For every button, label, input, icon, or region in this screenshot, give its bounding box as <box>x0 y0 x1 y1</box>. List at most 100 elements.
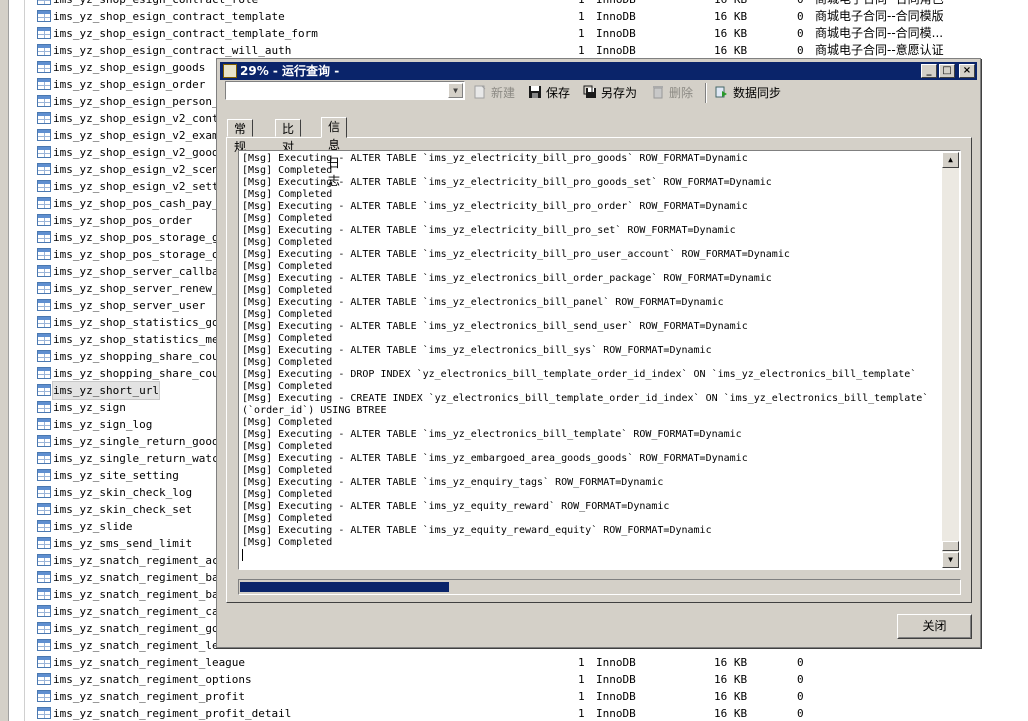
table-icon <box>37 316 51 328</box>
log-line: [Msg] Completed <box>242 333 333 344</box>
log-line: [Msg] Completed <box>242 261 333 272</box>
table-name: ims_yz_snatch_regiment_league <box>53 656 246 669</box>
table-row[interactable]: ims_yz_snatch_regiment_profit 1 InnoDB 16 K… <box>36 688 1026 705</box>
table-rows: 0 <box>797 656 804 669</box>
log-line: [Msg] Completed <box>242 489 333 500</box>
table-count: 1 <box>578 690 585 703</box>
table-name: ims_yz_site_setting <box>53 469 179 482</box>
table-count: 1 <box>578 0 585 8</box>
table-icon <box>37 146 51 158</box>
close-icon[interactable]: × <box>959 64 975 78</box>
table-engine: InnoDB <box>596 27 636 40</box>
table-count: 1 <box>578 10 585 23</box>
table-name: ims_yz_shop_esign_v2_scene <box>53 163 226 176</box>
table-name: ims_yz_shop_esign_v2_contre <box>53 112 232 125</box>
table-row[interactable]: ims_yz_shop_esign_contract_role 1 InnoDB 16… <box>36 0 1026 8</box>
table-name: ims_yz_snatch_regiment_profit <box>53 690 246 703</box>
table-icon <box>37 197 51 209</box>
table-row[interactable]: ims_yz_shop_esign_contract_will_auth 1 Inn… <box>36 42 1026 59</box>
new-icon <box>474 85 486 99</box>
log-line: [Msg] Executing - ALTER TABLE `ims_yz_eq… <box>242 501 670 512</box>
table-comment: 商城电子合同--合同角色 <box>815 0 944 8</box>
table-icon <box>37 401 51 413</box>
table-name: ims_yz_sms_send_limit <box>53 537 193 550</box>
log-line: [Msg] Executing - ALTER TABLE `ims_yz_en… <box>242 477 664 488</box>
table-icon <box>37 707 51 719</box>
table-row[interactable]: ims_yz_snatch_regiment_profit_detail 1 Inn… <box>36 705 1026 721</box>
table-name: ims_yz_skin_check_log <box>53 486 193 499</box>
tab-compare[interactable]: 比对 <box>275 119 302 154</box>
new-button[interactable]: 新建 <box>473 83 515 103</box>
table-name: ims_yz_snatch_regiment_acti <box>53 554 232 567</box>
scroll-thumb[interactable] <box>942 541 959 551</box>
left-gutter-inner <box>9 0 25 721</box>
table-rows: 0 <box>797 673 804 686</box>
progress-bar <box>238 579 961 595</box>
tab-general[interactable]: 常规 <box>227 119 254 154</box>
table-engine: InnoDB <box>596 656 636 669</box>
table-name: ims_yz_slide <box>53 520 133 533</box>
log-line: [Msg] Completed <box>242 285 333 296</box>
minimize-icon[interactable]: _ <box>921 64 937 78</box>
close-button[interactable]: 关闭 <box>897 614 972 639</box>
query-combo[interactable]: ▼ <box>225 81 465 100</box>
table-icon <box>37 0 51 5</box>
save-button[interactable]: 保存 <box>528 83 570 103</box>
table-icon <box>37 61 51 73</box>
table-icon <box>37 299 51 311</box>
save-as-button-label: 另存为 <box>601 86 638 100</box>
table-engine: InnoDB <box>596 44 636 57</box>
table-name: ims_yz_shop_esign_goods <box>53 61 206 74</box>
table-icon <box>37 486 51 498</box>
log-line: [Msg] Executing - CREATE INDEX `yz_elect… <box>242 393 929 404</box>
table-size: 16 KB <box>714 690 748 703</box>
table-name: ims_yz_shop_esign_contract_template <box>53 10 285 23</box>
dialog-title-bar[interactable]: 29% - 运行查询 - _ □ × <box>220 62 977 80</box>
scroll-up-icon[interactable]: ▲ <box>942 152 959 168</box>
table-icon <box>37 435 51 447</box>
table-size: 16 KB <box>714 707 748 720</box>
table-name: ims_yz_single_return_watch_ <box>53 452 232 465</box>
table-row[interactable]: ims_yz_snatch_regiment_options 1 InnoDB 16 … <box>36 671 1026 688</box>
table-name: ims_yz_shopping_share_coupc <box>53 350 232 363</box>
log-line: [Msg] Executing - ALTER TABLE `ims_yz_el… <box>242 153 748 164</box>
table-row[interactable]: ims_yz_snatch_regiment_league 1 InnoDB 16 K… <box>36 654 1026 671</box>
new-button-label: 新建 <box>491 86 516 100</box>
table-name: ims_yz_shop_esign_v2_goods <box>53 146 226 159</box>
chevron-down-icon[interactable]: ▼ <box>448 83 463 98</box>
table-name: ims_yz_shop_statistics_memb <box>53 333 232 346</box>
table-icon <box>37 367 51 379</box>
table-engine: InnoDB <box>596 690 636 703</box>
text-caret <box>242 549 243 561</box>
tab-panel: [Msg] Executing - ALTER TABLE `ims_yz_el… <box>226 137 972 603</box>
save-as-button[interactable]: 另存为 <box>583 83 637 103</box>
maximize-icon[interactable]: □ <box>939 64 955 78</box>
table-name: ims_yz_shopping_share_coupc <box>53 367 232 380</box>
table-engine: InnoDB <box>596 673 636 686</box>
log-line: [Msg] Executing - ALTER TABLE `ims_yz_el… <box>242 429 742 440</box>
table-row[interactable]: ims_yz_shop_esign_contract_template_form… <box>36 25 1026 42</box>
table-name: ims_yz_shop_server_user <box>53 299 206 312</box>
table-comment: 商城电子合同--意愿认证 <box>815 43 944 57</box>
log-line: [Msg] Completed <box>242 213 333 224</box>
trash-icon <box>653 86 663 99</box>
table-name: ims_yz_snatch_regiment_options <box>53 673 252 686</box>
tab-message-log[interactable]: 信息日志 <box>321 117 348 188</box>
table-name: ims_yz_shop_server_renew_lo <box>53 282 232 295</box>
table-count: 1 <box>578 44 585 57</box>
toolbar-separator <box>705 83 707 103</box>
log-scrollbar[interactable]: ▲ ▼ <box>942 152 959 568</box>
message-log[interactable]: [Msg] Executing - ALTER TABLE `ims_yz_el… <box>238 150 961 570</box>
delete-button[interactable]: 删除 <box>651 83 693 103</box>
log-line: [Msg] Executing - DROP INDEX `yz_electro… <box>242 369 917 380</box>
scroll-down-icon[interactable]: ▼ <box>942 552 959 568</box>
toolbar: ▼ 新建 保存 另存为 删除 数据同步 <box>223 81 974 107</box>
table-icon <box>37 282 51 294</box>
data-sync-button[interactable]: 数据同步 <box>715 83 781 103</box>
data-sync-button-label: 数据同步 <box>733 86 782 100</box>
log-line: (`order_id`) USING BTREE <box>242 405 387 416</box>
table-icon <box>37 44 51 56</box>
table-icon <box>37 333 51 345</box>
table-row[interactable]: ims_yz_shop_esign_contract_template 1 Inno… <box>36 8 1026 25</box>
table-icon <box>37 520 51 532</box>
